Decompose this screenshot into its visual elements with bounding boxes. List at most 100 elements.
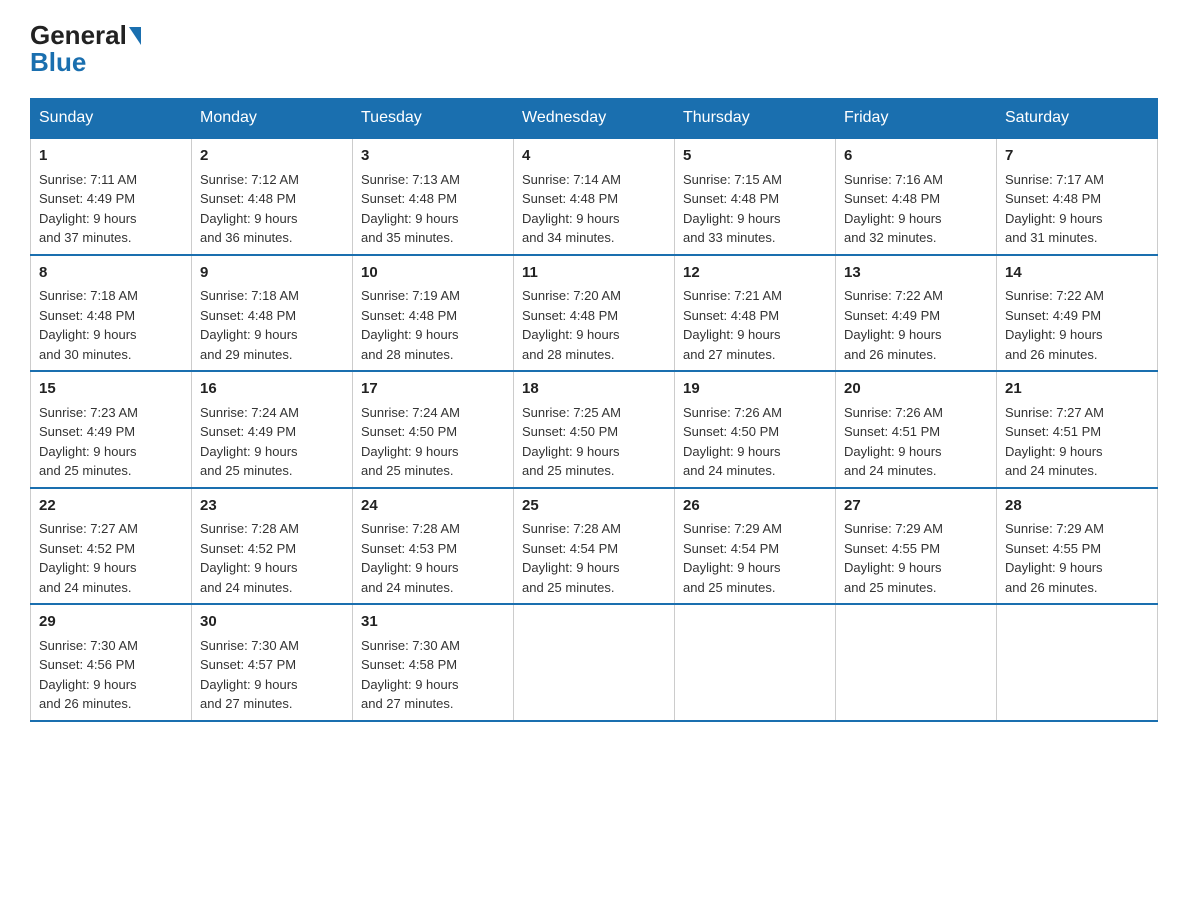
day-info: Sunrise: 7:18 AMSunset: 4:48 PMDaylight:… [200, 288, 299, 362]
day-number: 14 [1005, 262, 1149, 285]
day-info: Sunrise: 7:22 AMSunset: 4:49 PMDaylight:… [1005, 288, 1104, 362]
calendar-cell [675, 604, 836, 721]
day-info: Sunrise: 7:28 AMSunset: 4:53 PMDaylight:… [361, 521, 460, 595]
calendar-cell: 9 Sunrise: 7:18 AMSunset: 4:48 PMDayligh… [192, 255, 353, 372]
calendar-cell: 21 Sunrise: 7:27 AMSunset: 4:51 PMDaylig… [997, 371, 1158, 488]
day-info: Sunrise: 7:12 AMSunset: 4:48 PMDaylight:… [200, 172, 299, 246]
day-number: 15 [39, 378, 183, 401]
calendar-cell [997, 604, 1158, 721]
calendar-cell: 20 Sunrise: 7:26 AMSunset: 4:51 PMDaylig… [836, 371, 997, 488]
day-info: Sunrise: 7:24 AMSunset: 4:49 PMDaylight:… [200, 405, 299, 479]
day-number: 4 [522, 145, 666, 168]
calendar-cell: 3 Sunrise: 7:13 AMSunset: 4:48 PMDayligh… [353, 138, 514, 255]
weekday-header-thursday: Thursday [675, 99, 836, 139]
day-number: 28 [1005, 495, 1149, 518]
weekday-header-monday: Monday [192, 99, 353, 139]
calendar-week-row: 29 Sunrise: 7:30 AMSunset: 4:56 PMDaylig… [31, 604, 1158, 721]
calendar-cell: 13 Sunrise: 7:22 AMSunset: 4:49 PMDaylig… [836, 255, 997, 372]
day-info: Sunrise: 7:17 AMSunset: 4:48 PMDaylight:… [1005, 172, 1104, 246]
day-info: Sunrise: 7:30 AMSunset: 4:58 PMDaylight:… [361, 638, 460, 712]
day-number: 11 [522, 262, 666, 285]
day-info: Sunrise: 7:27 AMSunset: 4:52 PMDaylight:… [39, 521, 138, 595]
page-header: General Blue [30, 20, 1158, 78]
day-number: 27 [844, 495, 988, 518]
calendar-cell: 16 Sunrise: 7:24 AMSunset: 4:49 PMDaylig… [192, 371, 353, 488]
day-number: 23 [200, 495, 344, 518]
calendar-cell [514, 604, 675, 721]
day-number: 1 [39, 145, 183, 168]
day-info: Sunrise: 7:16 AMSunset: 4:48 PMDaylight:… [844, 172, 943, 246]
calendar-cell: 6 Sunrise: 7:16 AMSunset: 4:48 PMDayligh… [836, 138, 997, 255]
day-info: Sunrise: 7:30 AMSunset: 4:57 PMDaylight:… [200, 638, 299, 712]
day-info: Sunrise: 7:15 AMSunset: 4:48 PMDaylight:… [683, 172, 782, 246]
day-number: 3 [361, 145, 505, 168]
day-info: Sunrise: 7:28 AMSunset: 4:52 PMDaylight:… [200, 521, 299, 595]
calendar-cell: 28 Sunrise: 7:29 AMSunset: 4:55 PMDaylig… [997, 488, 1158, 605]
calendar-cell [836, 604, 997, 721]
day-info: Sunrise: 7:26 AMSunset: 4:51 PMDaylight:… [844, 405, 943, 479]
calendar-cell: 24 Sunrise: 7:28 AMSunset: 4:53 PMDaylig… [353, 488, 514, 605]
day-number: 18 [522, 378, 666, 401]
weekday-header-friday: Friday [836, 99, 997, 139]
calendar-cell: 17 Sunrise: 7:24 AMSunset: 4:50 PMDaylig… [353, 371, 514, 488]
day-number: 12 [683, 262, 827, 285]
calendar-cell: 19 Sunrise: 7:26 AMSunset: 4:50 PMDaylig… [675, 371, 836, 488]
day-number: 24 [361, 495, 505, 518]
day-number: 2 [200, 145, 344, 168]
calendar-cell: 2 Sunrise: 7:12 AMSunset: 4:48 PMDayligh… [192, 138, 353, 255]
day-info: Sunrise: 7:11 AMSunset: 4:49 PMDaylight:… [39, 172, 137, 246]
day-number: 16 [200, 378, 344, 401]
day-info: Sunrise: 7:24 AMSunset: 4:50 PMDaylight:… [361, 405, 460, 479]
day-number: 22 [39, 495, 183, 518]
day-number: 21 [1005, 378, 1149, 401]
weekday-header-tuesday: Tuesday [353, 99, 514, 139]
calendar-week-row: 8 Sunrise: 7:18 AMSunset: 4:48 PMDayligh… [31, 255, 1158, 372]
calendar-cell: 25 Sunrise: 7:28 AMSunset: 4:54 PMDaylig… [514, 488, 675, 605]
day-number: 13 [844, 262, 988, 285]
day-info: Sunrise: 7:28 AMSunset: 4:54 PMDaylight:… [522, 521, 621, 595]
calendar-cell: 15 Sunrise: 7:23 AMSunset: 4:49 PMDaylig… [31, 371, 192, 488]
calendar-cell: 8 Sunrise: 7:18 AMSunset: 4:48 PMDayligh… [31, 255, 192, 372]
day-info: Sunrise: 7:18 AMSunset: 4:48 PMDaylight:… [39, 288, 138, 362]
day-info: Sunrise: 7:29 AMSunset: 4:55 PMDaylight:… [844, 521, 943, 595]
day-info: Sunrise: 7:30 AMSunset: 4:56 PMDaylight:… [39, 638, 138, 712]
calendar-cell: 23 Sunrise: 7:28 AMSunset: 4:52 PMDaylig… [192, 488, 353, 605]
day-info: Sunrise: 7:21 AMSunset: 4:48 PMDaylight:… [683, 288, 782, 362]
weekday-header-row: SundayMondayTuesdayWednesdayThursdayFrid… [31, 99, 1158, 139]
day-info: Sunrise: 7:29 AMSunset: 4:54 PMDaylight:… [683, 521, 782, 595]
calendar-table: SundayMondayTuesdayWednesdayThursdayFrid… [30, 98, 1158, 722]
calendar-cell: 10 Sunrise: 7:19 AMSunset: 4:48 PMDaylig… [353, 255, 514, 372]
calendar-week-row: 1 Sunrise: 7:11 AMSunset: 4:49 PMDayligh… [31, 138, 1158, 255]
calendar-week-row: 22 Sunrise: 7:27 AMSunset: 4:52 PMDaylig… [31, 488, 1158, 605]
calendar-cell: 11 Sunrise: 7:20 AMSunset: 4:48 PMDaylig… [514, 255, 675, 372]
weekday-header-saturday: Saturday [997, 99, 1158, 139]
calendar-cell: 22 Sunrise: 7:27 AMSunset: 4:52 PMDaylig… [31, 488, 192, 605]
day-info: Sunrise: 7:13 AMSunset: 4:48 PMDaylight:… [361, 172, 460, 246]
calendar-cell: 29 Sunrise: 7:30 AMSunset: 4:56 PMDaylig… [31, 604, 192, 721]
day-info: Sunrise: 7:27 AMSunset: 4:51 PMDaylight:… [1005, 405, 1104, 479]
logo-blue: Blue [30, 47, 86, 78]
day-info: Sunrise: 7:22 AMSunset: 4:49 PMDaylight:… [844, 288, 943, 362]
calendar-cell: 4 Sunrise: 7:14 AMSunset: 4:48 PMDayligh… [514, 138, 675, 255]
weekday-header-wednesday: Wednesday [514, 99, 675, 139]
calendar-cell: 31 Sunrise: 7:30 AMSunset: 4:58 PMDaylig… [353, 604, 514, 721]
calendar-cell: 30 Sunrise: 7:30 AMSunset: 4:57 PMDaylig… [192, 604, 353, 721]
day-info: Sunrise: 7:20 AMSunset: 4:48 PMDaylight:… [522, 288, 621, 362]
calendar-week-row: 15 Sunrise: 7:23 AMSunset: 4:49 PMDaylig… [31, 371, 1158, 488]
day-number: 8 [39, 262, 183, 285]
calendar-cell: 26 Sunrise: 7:29 AMSunset: 4:54 PMDaylig… [675, 488, 836, 605]
day-number: 19 [683, 378, 827, 401]
day-number: 10 [361, 262, 505, 285]
calendar-cell: 18 Sunrise: 7:25 AMSunset: 4:50 PMDaylig… [514, 371, 675, 488]
day-number: 30 [200, 611, 344, 634]
logo: General Blue [30, 20, 141, 78]
day-number: 29 [39, 611, 183, 634]
calendar-cell: 14 Sunrise: 7:22 AMSunset: 4:49 PMDaylig… [997, 255, 1158, 372]
day-info: Sunrise: 7:23 AMSunset: 4:49 PMDaylight:… [39, 405, 138, 479]
day-info: Sunrise: 7:14 AMSunset: 4:48 PMDaylight:… [522, 172, 621, 246]
day-info: Sunrise: 7:26 AMSunset: 4:50 PMDaylight:… [683, 405, 782, 479]
day-info: Sunrise: 7:29 AMSunset: 4:55 PMDaylight:… [1005, 521, 1104, 595]
calendar-cell: 5 Sunrise: 7:15 AMSunset: 4:48 PMDayligh… [675, 138, 836, 255]
day-number: 26 [683, 495, 827, 518]
calendar-cell: 27 Sunrise: 7:29 AMSunset: 4:55 PMDaylig… [836, 488, 997, 605]
